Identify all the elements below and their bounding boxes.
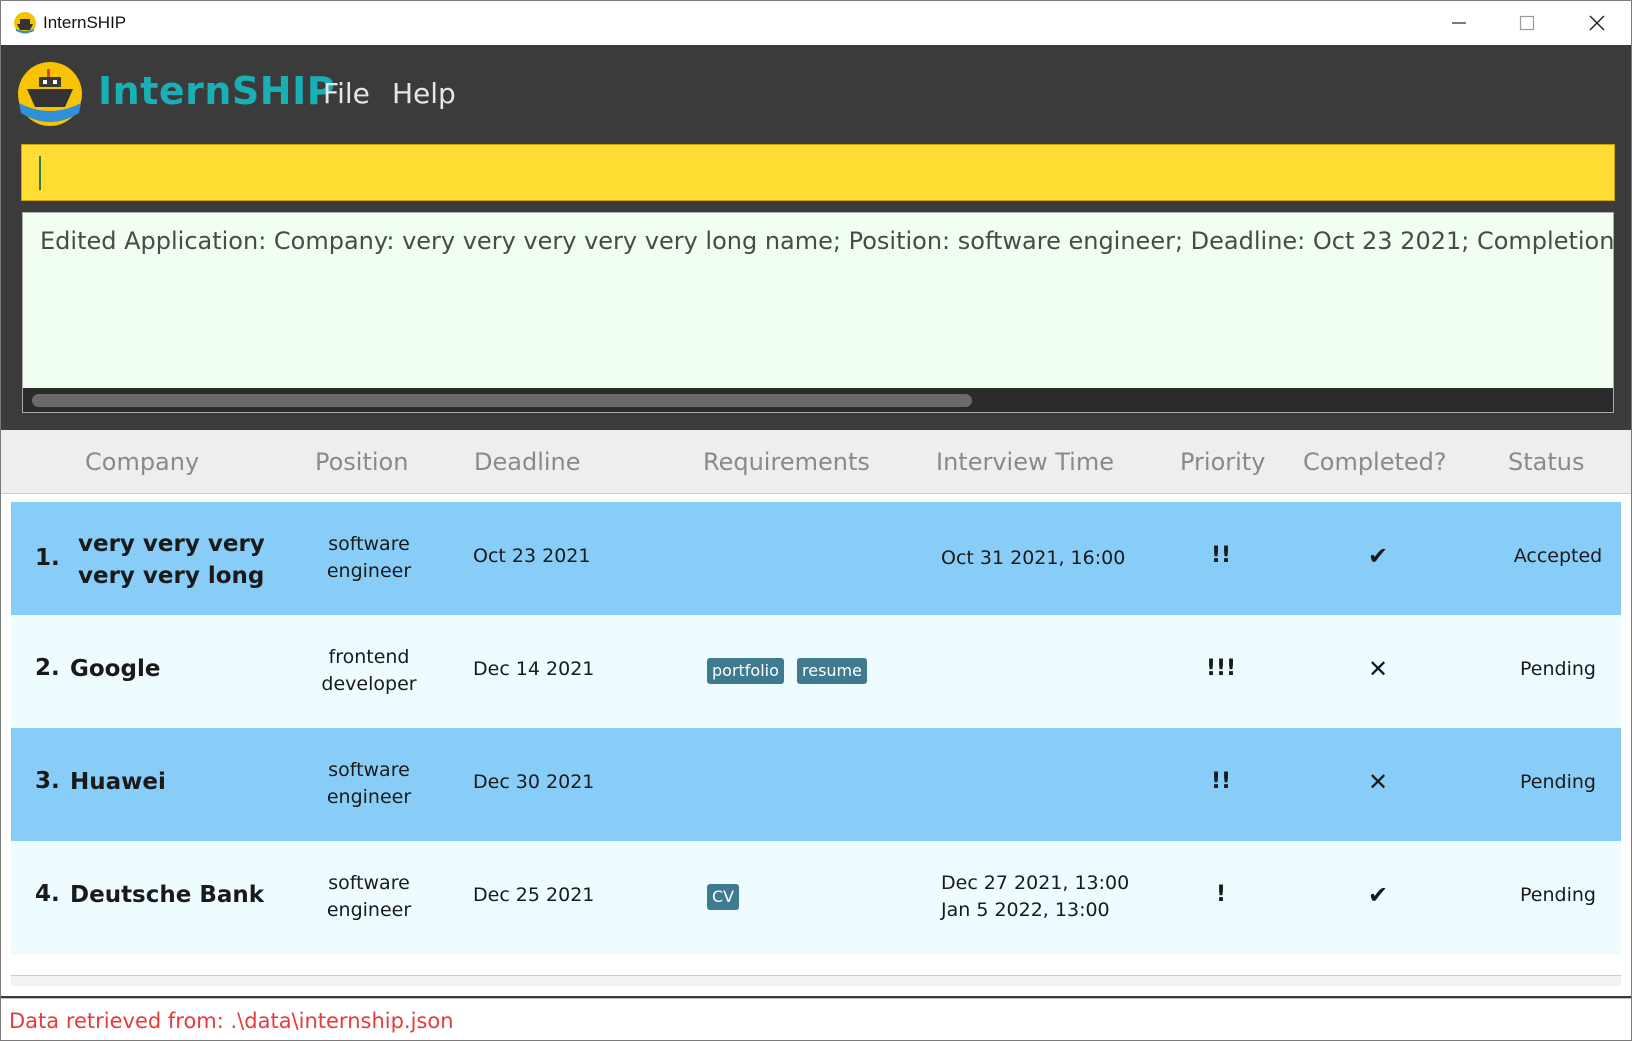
result-display[interactable]: Edited Application: Company: very very v… [22,212,1614,413]
position-line-2: engineer [326,899,412,921]
row-company: Google [70,656,161,682]
menu-file[interactable]: File [323,77,370,110]
row-index: 1. [35,545,60,571]
row-index: 3. [35,768,60,794]
position-line-1: frontend [328,646,410,668]
row-company: Deutsche Bank [70,882,265,908]
header-company: Company [85,448,200,476]
requirement-tag: CV [707,884,740,910]
completed-cross-icon: ✕ [1367,655,1389,683]
position-line-2: developer [321,673,417,695]
row-status: Pending [1520,658,1596,680]
position-line-1: software [328,872,410,894]
app-window: InternSHIP InternSHIP File Help Edited A… [0,0,1632,1041]
company-line-2: very very long [78,563,265,589]
table-row[interactable]: 1. very very very very very long softwar… [11,502,1621,615]
minimize-button[interactable] [1425,1,1493,45]
result-text: Edited Application: Company: very very v… [40,227,1614,255]
completed-cross-icon: ✕ [1367,768,1389,796]
table-row[interactable]: 4. Deutsche Bank software engineer Dec 2… [11,841,1621,954]
close-icon [1589,15,1605,31]
menu-help[interactable]: Help [392,77,456,110]
position-line-1: software [328,533,410,555]
position-line-1: software [328,759,410,781]
row-position: software engineer [294,757,444,811]
menu-bar: InternSHIP File Help [1,45,1631,140]
close-button[interactable] [1563,1,1631,45]
position-line-2: engineer [326,560,412,582]
row-priority: !!! [1205,656,1237,681]
title-bar: InternSHIP [1,1,1631,45]
maximize-icon [1519,15,1535,31]
row-index: 4. [35,881,60,907]
interview-line-2: Jan 5 2022, 13:00 [941,899,1110,921]
row-interview-time: Dec 27 2021, 13:00 Jan 5 2022, 13:00 [941,870,1129,924]
header-deadline: Deadline [474,448,581,476]
ship-logo-icon [18,62,82,126]
window-title: InternSHIP [43,13,127,32]
list-horizontal-scrollbar[interactable] [11,975,1621,986]
row-deadline: Dec 14 2021 [473,658,595,680]
row-deadline: Dec 25 2021 [473,884,595,906]
header-completed: Completed? [1303,448,1447,476]
table-row[interactable]: 3. Huawei software engineer Dec 30 2021 … [11,728,1621,841]
table-row[interactable]: 2. Google frontend developer Dec 14 2021… [11,615,1621,728]
application-list-panel: Company Position Deadline Requirements I… [1,430,1631,996]
scrollbar-thumb[interactable] [32,394,972,407]
row-status: Pending [1520,884,1596,906]
row-index: 2. [35,655,60,681]
row-interview-time: Oct 31 2021, 16:00 [941,545,1125,572]
company-line-1: very very very [78,531,265,557]
result-horizontal-scrollbar[interactable] [23,388,1613,412]
header-priority: Priority [1180,448,1266,476]
minimize-icon [1452,22,1466,24]
requirement-tag: portfolio [707,658,784,684]
row-priority: !! [1210,543,1232,568]
table-header: Company Position Deadline Requirements I… [1,430,1631,494]
text-caret [39,156,41,190]
status-bar-text: Data retrieved from: .\data\internship.j… [9,1009,454,1033]
row-status: Pending [1520,771,1596,793]
row-priority: ! [1215,882,1227,907]
row-company: Huawei [70,769,166,795]
app-name: InternSHIP [98,69,336,113]
header-requirements: Requirements [703,448,870,476]
header-position: Position [315,448,409,476]
header-interview-time: Interview Time [936,448,1114,476]
position-line-2: engineer [326,786,412,808]
status-bar: Data retrieved from: .\data\internship.j… [1,998,1631,1040]
row-company: very very very very very long [78,528,265,592]
row-position: software engineer [294,870,444,924]
command-input[interactable] [21,144,1615,201]
row-priority: !! [1210,769,1232,794]
ship-app-icon [14,12,36,34]
interview-line-1: Dec 27 2021, 13:00 [941,872,1130,894]
requirement-tag: resume [797,658,867,684]
completed-check-icon: ✔ [1367,881,1389,909]
row-position: frontend developer [294,644,444,698]
row-deadline: Oct 23 2021 [473,545,591,567]
header-status: Status [1508,448,1585,476]
maximize-button[interactable] [1493,1,1561,45]
row-deadline: Dec 30 2021 [473,771,595,793]
completed-check-icon: ✔ [1367,542,1389,570]
interview-line-1: Oct 31 2021, 16:00 [941,547,1126,569]
row-status: Accepted [1513,545,1603,567]
row-position: software engineer [294,531,444,585]
